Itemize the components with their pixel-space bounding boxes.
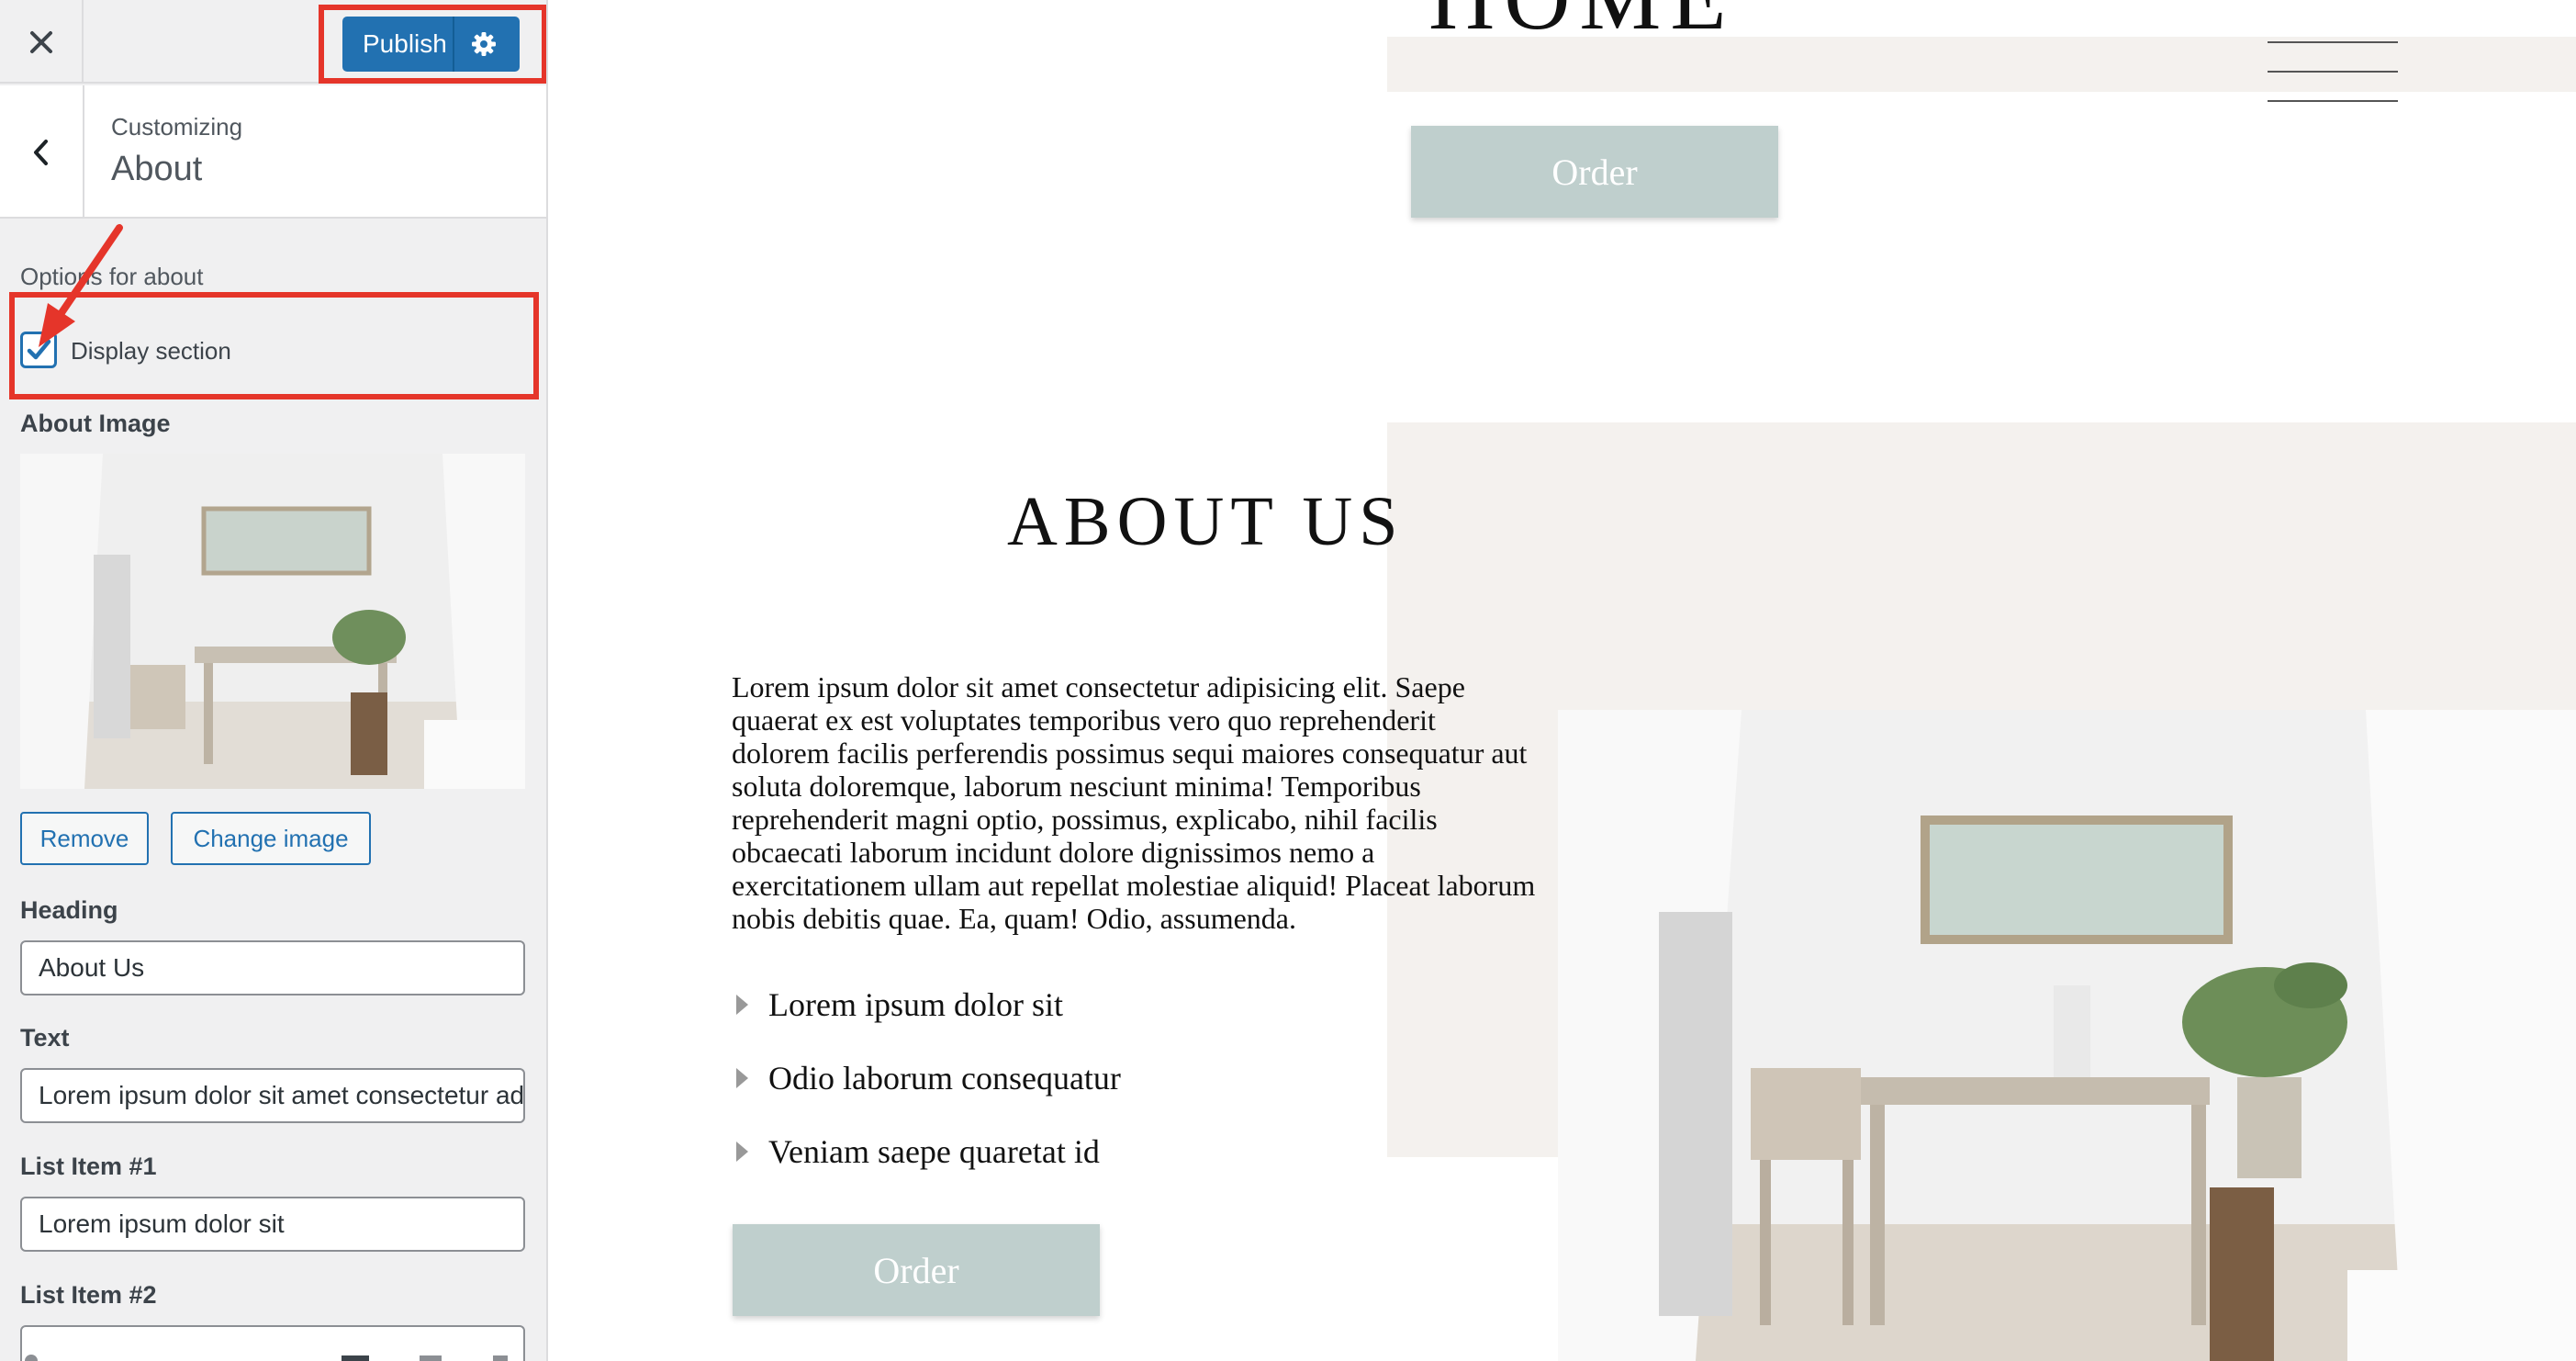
customizer-header: Publish [0, 0, 546, 84]
list-item-text: Odio laborum consequatur [768, 1060, 1121, 1097]
publish-divider [453, 17, 454, 72]
about-image-thumbnail [20, 454, 525, 789]
list-item-text: Lorem ipsum dolor sit [768, 986, 1063, 1023]
device-preview-icons[interactable] [20, 1350, 534, 1361]
close-button[interactable] [0, 0, 84, 84]
display-section-label: Display section [71, 337, 231, 365]
list-item: Veniam saepe quaretat id [736, 1133, 1100, 1170]
triangle-bullet-icon [736, 1142, 748, 1162]
home-title: HOME [1428, 0, 1735, 51]
about-heading: ABOUT US [1007, 483, 1405, 560]
about-image-label: About Image [20, 410, 171, 437]
text-input[interactable]: Lorem ipsum dolor sit amet consectetur a… [20, 1068, 525, 1123]
options-label: Options for about [20, 263, 204, 290]
section-title: About [111, 150, 203, 188]
publish-button-label: Publish [363, 29, 447, 58]
customizing-label: Customizing [111, 113, 243, 141]
text-label: Text [20, 1024, 70, 1052]
section-header: Customizing About [0, 85, 546, 219]
checkmark-icon [27, 339, 51, 360]
publish-button[interactable]: Publish [342, 17, 520, 72]
site-preview: HOME Order ABOUT US Lorem ipsum dolor si… [548, 0, 2576, 1361]
customizer-sidebar: Publish Customizing About Options for ab… [0, 0, 548, 1361]
remove-image-button[interactable]: Remove [20, 812, 149, 865]
about-paragraph: Lorem ipsum dolor sit amet consectetur a… [732, 670, 1536, 935]
list-item-2-label: List Item #2 [20, 1281, 157, 1309]
display-section-checkbox[interactable] [20, 332, 57, 368]
chevron-left-icon [34, 139, 48, 165]
about-photo [1558, 710, 2576, 1361]
list-item-1-input[interactable]: Lorem ipsum dolor sit [20, 1197, 525, 1252]
order-button-bottom[interactable]: Order [733, 1224, 1100, 1316]
heading-label: Heading [20, 896, 118, 924]
list-item: Odio laborum consequatur [736, 1060, 1121, 1097]
list-item-1-label: List Item #1 [20, 1153, 157, 1180]
order-button-top[interactable]: Order [1411, 126, 1778, 218]
triangle-bullet-icon [736, 995, 748, 1015]
change-image-button[interactable]: Change image [171, 812, 371, 865]
triangle-bullet-icon [736, 1068, 748, 1088]
close-icon [29, 30, 52, 53]
back-button[interactable] [0, 85, 84, 219]
list-item-text: Veniam saepe quaretat id [768, 1133, 1100, 1170]
heading-input[interactable]: About Us [20, 940, 525, 995]
list-item: Lorem ipsum dolor sit [736, 986, 1063, 1023]
hamburger-menu-icon[interactable] [2268, 37, 2398, 105]
gear-icon[interactable] [467, 28, 500, 61]
